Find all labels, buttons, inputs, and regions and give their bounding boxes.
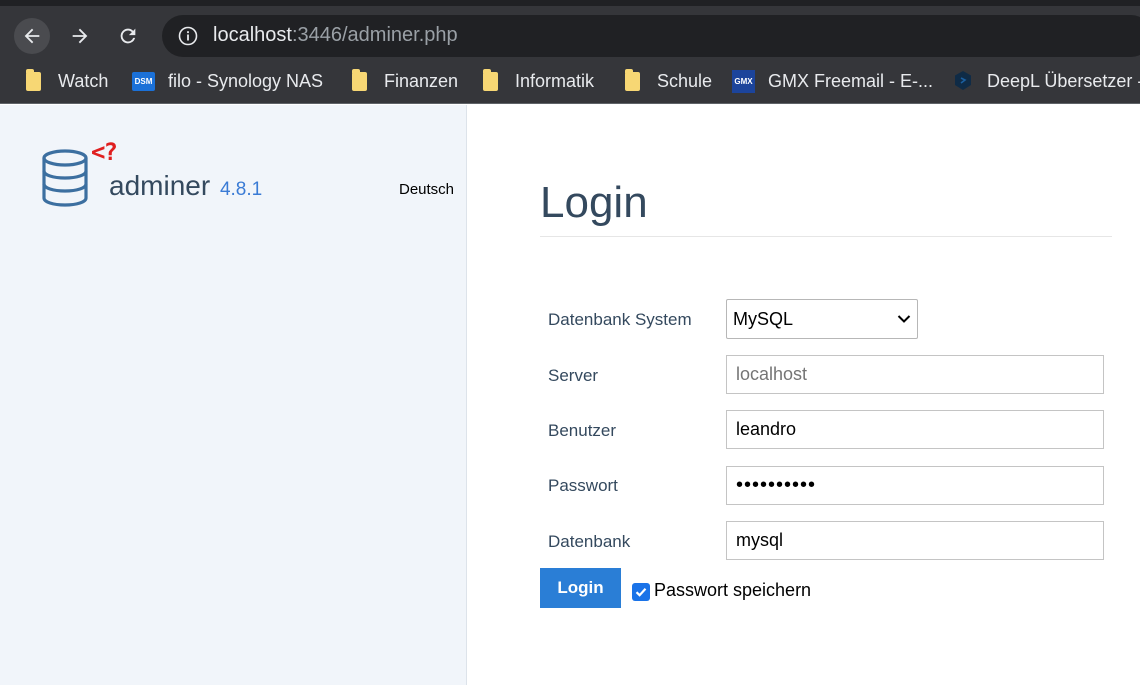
bookmark-label: Watch: [58, 70, 109, 91]
server-input[interactable]: localhost: [726, 355, 1104, 394]
password-input[interactable]: ••••••••••: [726, 466, 1104, 505]
system-label: Datenbank System: [548, 310, 692, 329]
system-select-value: MySQL: [733, 308, 794, 329]
folder-icon: [481, 68, 499, 91]
bookmark-finanzen[interactable]: Finanzen: [350, 66, 458, 96]
forward-button[interactable]: [62, 18, 98, 54]
folder-icon: [24, 68, 42, 91]
synology-dsm-icon: DSM: [132, 71, 155, 91]
browser-toolbar: localhost:3446/adminer.php: [0, 0, 1140, 58]
deepl-icon: [953, 71, 973, 91]
bookmark-label: GMX Freemail - E-...: [768, 70, 934, 91]
title-divider: [540, 236, 1112, 237]
back-button[interactable]: [14, 18, 50, 54]
folder-icon: [623, 68, 641, 91]
bookmark-gmx[interactable]: GMX GMX Freemail - E-...: [732, 66, 933, 96]
version-label: 4.8.1: [219, 179, 263, 200]
bookmark-label: DeepL Übersetzer -: [987, 70, 1140, 91]
arrow-right-icon: [72, 28, 88, 44]
bookmark-watch[interactable]: Watch: [24, 66, 108, 96]
password-label: Passwort: [548, 476, 618, 495]
database-input[interactable]: mysql: [726, 521, 1104, 560]
url-text: localhost:3446/adminer.php: [213, 24, 458, 47]
login-button[interactable]: Login: [540, 568, 621, 608]
remember-password-label[interactable]: Passwort speichern: [654, 580, 811, 601]
brand-name: adminer: [109, 170, 211, 201]
bookmark-label: Schule: [657, 70, 713, 91]
arrow-left-icon: [24, 28, 40, 44]
language-select[interactable]: Deutsch: [399, 181, 454, 198]
bookmarks-bar: Watch DSM filo - Synology NAS Finanzen I…: [0, 58, 1140, 104]
address-bar[interactable]: localhost:3446/adminer.php: [162, 15, 1140, 57]
bookmark-label: Finanzen: [384, 70, 459, 91]
username-input[interactable]: leandro: [726, 410, 1104, 449]
checkmark-icon: [635, 588, 647, 597]
logo-php-tag: <?: [91, 138, 118, 166]
reload-button[interactable]: [110, 18, 146, 54]
info-icon[interactable]: [178, 26, 198, 46]
brand-link[interactable]: adminer 4.8.1: [109, 170, 262, 202]
database-icon: [42, 149, 88, 207]
bookmark-label: Informatik: [515, 70, 595, 91]
gmx-icon: GMX: [732, 69, 755, 93]
bookmark-informatik[interactable]: Informatik: [481, 66, 594, 96]
chevron-down-icon: [897, 315, 911, 323]
database-label: Datenbank: [548, 532, 631, 551]
bookmark-schule[interactable]: Schule: [623, 66, 712, 96]
reload-icon: [120, 28, 136, 44]
folder-icon: [350, 68, 368, 91]
url-host: localhost: [213, 24, 292, 46]
user-label: Benutzer: [548, 421, 617, 440]
url-path: :3446/adminer.php: [291, 24, 458, 46]
page-title: Login: [540, 178, 648, 227]
bookmark-deepl[interactable]: DeepL Übersetzer -: [953, 66, 1140, 96]
server-label: Server: [548, 366, 599, 385]
remember-password-checkbox[interactable]: [632, 583, 650, 601]
password-mask: ••••••••••: [736, 474, 817, 496]
bookmark-synology[interactable]: DSM filo - Synology NAS: [132, 66, 323, 96]
system-select[interactable]: MySQL: [726, 299, 918, 339]
bookmark-label: filo - Synology NAS: [168, 70, 324, 91]
